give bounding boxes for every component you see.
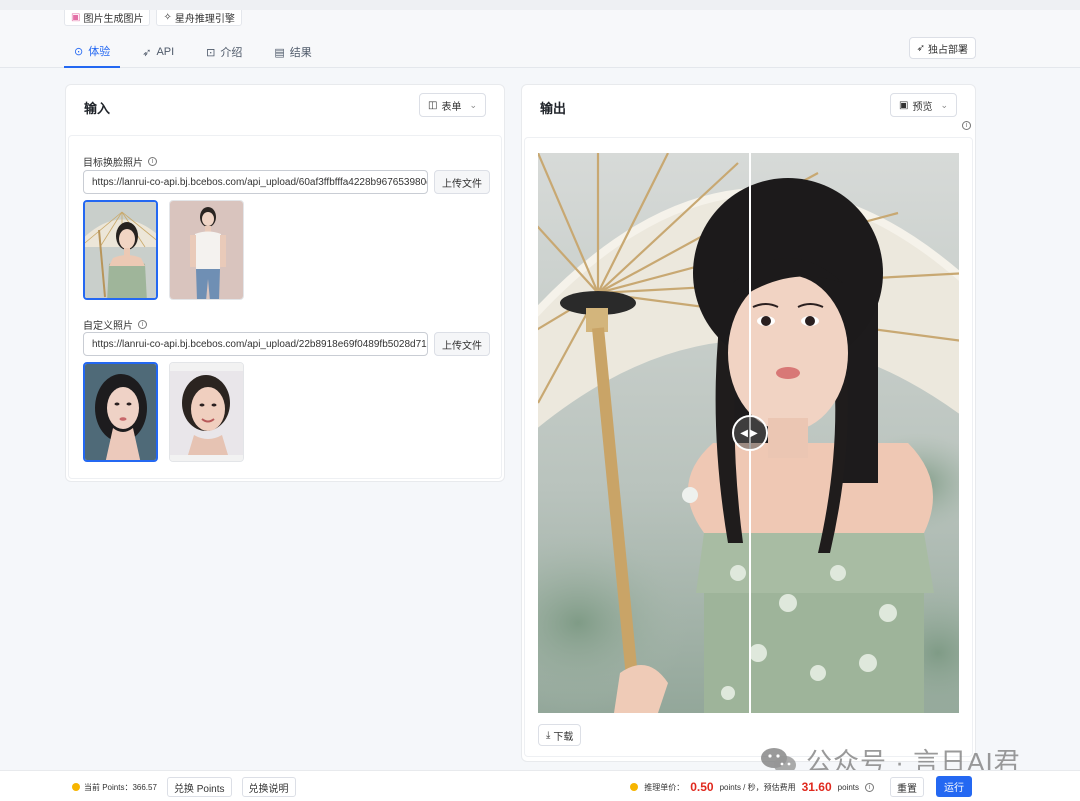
book-icon: ⊡: [206, 46, 216, 59]
portrait-girl-image: [85, 364, 156, 460]
tab-label: 介绍: [220, 47, 243, 59]
tab-label: 结果: [289, 47, 312, 59]
play-icon: ⊙: [74, 45, 84, 58]
tag-label: 图片生成图片: [83, 14, 144, 25]
points-status: 当前 Points：366.57: [72, 782, 157, 793]
app-header: ▣ 图片生成图片 ✧ 星舟推理引擎 ⊙ 体验 ➶ API ⊡ 介绍 ▤ 结果 ➶…: [0, 10, 1080, 68]
form-mode-label: 表单: [441, 101, 462, 113]
preview-icon: ▣: [899, 99, 909, 111]
rocket-icon: ➶: [142, 46, 152, 59]
download-button[interactable]: ⤓ 下载: [538, 724, 582, 746]
table-icon: ▤: [274, 46, 285, 59]
custom-photo-url-input[interactable]: https://lanrui-co-api.bj.bcebos.com/api_…: [83, 332, 428, 356]
tag-image-to-image[interactable]: ▣ 图片生成图片: [64, 10, 151, 26]
form-mode-select[interactable]: ◫ 表单 ⌄: [419, 93, 486, 117]
custom-photo-label: 自定义照片: [83, 321, 133, 332]
download-icon: ⤓: [546, 729, 551, 741]
estimate-suffix: points: [837, 782, 859, 792]
standing-girl-image: [170, 201, 243, 299]
target-face-label: 目标换脸照片: [83, 158, 143, 169]
image-icon: ▣: [71, 12, 81, 23]
target-face-label-row: 目标换脸照片 i: [83, 154, 157, 169]
reset-button[interactable]: 重置: [890, 777, 924, 797]
tag-label: 星舟推理引擎: [174, 14, 235, 25]
custom-photo-thumb-1[interactable]: [83, 362, 158, 462]
info-icon[interactable]: i: [865, 782, 874, 792]
chevron-down-icon: ⌄: [469, 99, 477, 110]
custom-photo-thumb-2[interactable]: [169, 362, 244, 462]
info-icon[interactable]: i: [138, 320, 147, 329]
preview-mode-select[interactable]: ▣ 预览 ⌄: [890, 93, 957, 117]
custom-photo-upload-button[interactable]: 上传文件: [434, 332, 490, 356]
points-dot-icon: [72, 783, 80, 791]
sparkle-icon: ✧: [163, 12, 172, 23]
tab-api[interactable]: ➶ API: [132, 36, 184, 68]
unit-price-suffix: points / 秒，预估费用: [719, 782, 796, 792]
tab-experience[interactable]: ⊙ 体验: [64, 36, 121, 68]
tab-results[interactable]: ▤ 结果: [264, 36, 321, 68]
exchange-help-button[interactable]: 兑换说明: [241, 777, 296, 797]
deploy-label: 独占部署: [928, 44, 968, 56]
tag-inference-engine[interactable]: ✧ 星舟推理引擎: [156, 10, 242, 26]
download-label: 下载: [553, 731, 574, 743]
umbrella-girl-image: [85, 202, 156, 298]
unit-price-value: 0.50: [690, 780, 714, 794]
output-panel-title: 输出: [540, 101, 567, 116]
tab-intro[interactable]: ⊡ 介绍: [196, 36, 252, 68]
preview-mode-label: 预览: [912, 101, 933, 113]
target-face-thumb-2[interactable]: [169, 200, 244, 300]
deploy-button[interactable]: ➶ 独占部署: [908, 37, 976, 59]
target-face-url-input[interactable]: https://lanrui-co-api.bj.bcebos.com/api_…: [83, 170, 428, 194]
chevron-down-icon: ⌄: [940, 99, 948, 110]
points-area: 当前 Points：366.57 兑换 Points 兑换说明: [72, 777, 296, 797]
rocket-icon: ➶: [916, 42, 925, 54]
target-face-upload-button[interactable]: 上传文件: [434, 170, 490, 194]
main-tabs: ⊙ 体验 ➶ API ⊡ 介绍 ▤ 结果: [64, 36, 334, 68]
exchange-points-button[interactable]: 兑换 Points: [166, 777, 232, 797]
tag-row: ▣ 图片生成图片 ✧ 星舟推理引擎: [64, 10, 242, 26]
pricing-area: 推理单价： 0.50 points / 秒，预估费用 31.60 points …: [630, 777, 972, 797]
info-icon[interactable]: i: [148, 157, 157, 166]
form-icon: ◫: [428, 99, 438, 111]
comparison-slider-handle[interactable]: ◀▶: [732, 415, 768, 451]
tab-label: 体验: [88, 46, 111, 58]
input-panel-title: 输入: [84, 101, 111, 116]
run-button[interactable]: 运行: [936, 776, 972, 797]
info-icon[interactable]: i: [962, 121, 971, 130]
arrows-horizontal-icon: ◀▶: [740, 427, 760, 439]
unit-price-label: 推理单价：: [644, 782, 685, 792]
smiling-woman-image: [170, 363, 243, 461]
custom-photo-label-row: 自定义照片 i: [83, 317, 147, 332]
points-label: 当前 Points：366.57: [84, 782, 157, 792]
price-dot-icon: [630, 783, 639, 791]
tab-label: API: [156, 46, 175, 58]
estimate-value: 31.60: [801, 780, 832, 794]
footer-bar: 当前 Points：366.57 兑换 Points 兑换说明 推理单价： 0.…: [0, 770, 1080, 801]
target-face-thumb-1[interactable]: [83, 200, 158, 300]
